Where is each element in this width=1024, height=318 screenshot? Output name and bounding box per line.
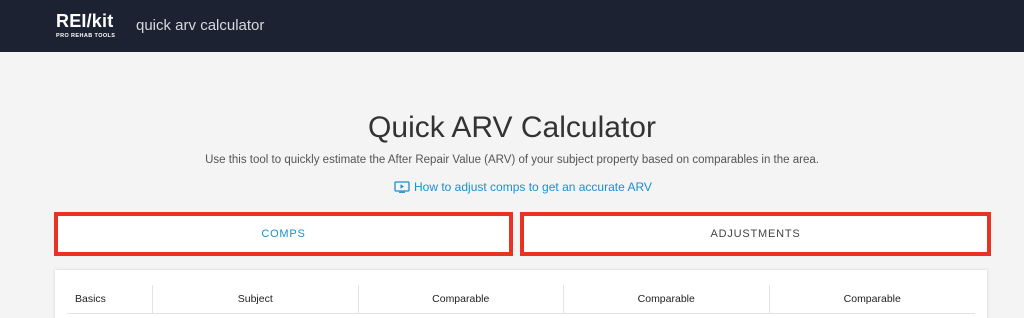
- video-icon: [394, 181, 410, 193]
- column-header-subject: Subject: [153, 285, 359, 313]
- page-title: Quick ARV Calculator: [368, 111, 656, 144]
- column-header-comparable: Comparable: [843, 293, 901, 305]
- page-description: Use this tool to quickly estimate the Af…: [205, 154, 819, 166]
- logo-tagline: PRO REHAB TOOLS: [56, 33, 116, 39]
- comps-table-header: Basics Subject Comparable Comparable Com…: [67, 285, 975, 314]
- column-header-comparable: Comparable: [359, 285, 564, 313]
- tab-adjustments-label: ADJUSTMENTS: [710, 228, 801, 240]
- app-title: quick arv calculator: [136, 17, 265, 34]
- help-video-link[interactable]: How to adjust comps to get an accurate A…: [394, 180, 652, 194]
- logo[interactable]: REI/kit PRO REHAB TOOLS: [56, 12, 115, 39]
- column-header-comparable: Comparable: [564, 285, 770, 313]
- top-navbar: REI/kit PRO REHAB TOOLS quick arv calcul…: [0, 0, 1024, 52]
- tab-adjustments[interactable]: ADJUSTMENTS: [520, 212, 991, 256]
- tab-comps-label: COMPS: [261, 228, 306, 240]
- column-header-basics: Basics: [67, 285, 153, 313]
- help-link-label: How to adjust comps to get an accurate A…: [414, 180, 652, 194]
- logo-text: REI/kit: [56, 11, 114, 31]
- tab-comps[interactable]: COMPS: [54, 212, 513, 256]
